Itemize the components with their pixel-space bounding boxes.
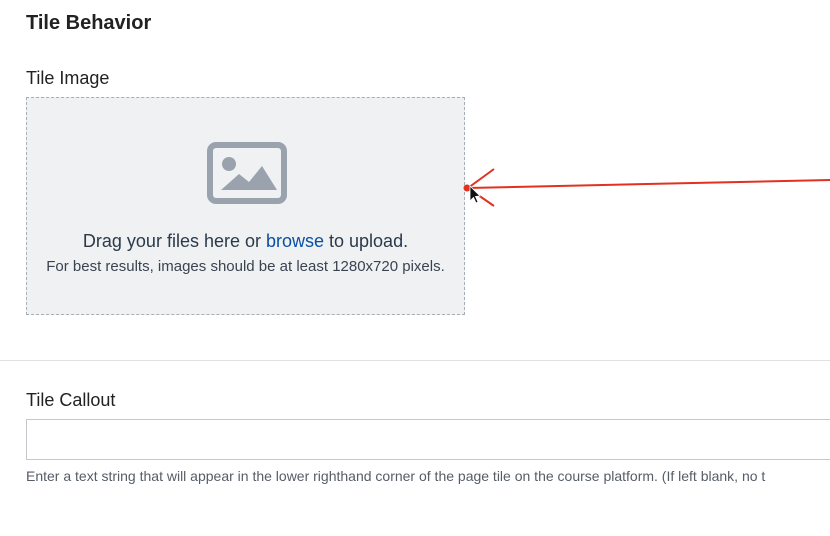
upload-text: to upload.: [324, 231, 409, 251]
browse-link[interactable]: browse: [266, 231, 324, 251]
tile-callout-input[interactable]: [26, 419, 830, 460]
section-divider: [0, 360, 830, 361]
tile-image-label: Tile Image: [26, 68, 110, 88]
mouse-cursor-icon: [469, 185, 481, 204]
image-icon: [207, 142, 287, 204]
drag-text: Drag your files here or: [82, 231, 266, 251]
dropzone-instructions: Drag your files here or browse to upload…: [27, 231, 464, 252]
dropzone-hint: For best results, images should be at le…: [46, 258, 445, 275]
page: Tile Behavior Tile Image Drag your files…: [0, 0, 830, 536]
section-title: Tile Behavior: [26, 12, 152, 34]
tile-image-dropzone[interactable]: Drag your files here or browse to upload…: [26, 97, 465, 315]
tile-callout-help: Enter a text string that will appear in …: [26, 468, 766, 484]
tile-callout-label: Tile Callout: [26, 390, 116, 410]
